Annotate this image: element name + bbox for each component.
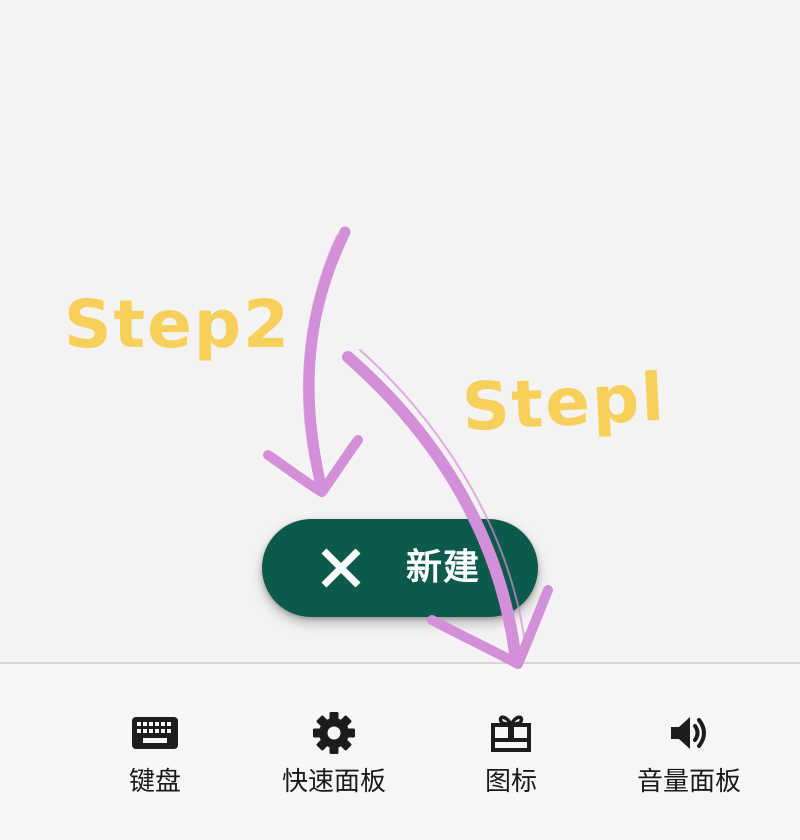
step2-arrow-head-right [317,435,363,497]
toolbar-item-volume-panel[interactable]: 音量面板 [614,710,764,810]
close-icon [321,548,361,588]
step1-arrow-head-left [427,615,523,669]
new-fab-label: 新建 [406,547,481,588]
toolbar-item-keyboard[interactable]: 键盘 [80,710,230,810]
step2-arrow-shaft [303,226,351,496]
new-fab-button[interactable]: 新建 [262,519,538,617]
toolbar-item-label: 图标 [484,767,537,797]
keyboard-icon [132,717,178,749]
toolbar-item-label: 键盘 [128,767,181,797]
screen: 新建 键盘 快速面板 图标 音量面板 Step2 Stepl [0,0,800,840]
gear-icon [313,712,355,754]
step2-arrow-head-left [263,450,327,497]
toolbar-item-quick-panel[interactable]: 快速面板 [259,710,409,810]
step1-label: Stepl [460,358,668,447]
step2-label: Step2 [64,286,292,363]
toolbar-item-label: 快速面板 [281,767,386,797]
toolbar-item-icon[interactable]: 图标 [436,710,586,810]
gift-icon [491,715,531,752]
volume-icon [671,717,706,749]
bottom-toolbar: 键盘 快速面板 图标 音量面板 [0,664,800,840]
toolbar-item-label: 音量面板 [636,767,741,797]
